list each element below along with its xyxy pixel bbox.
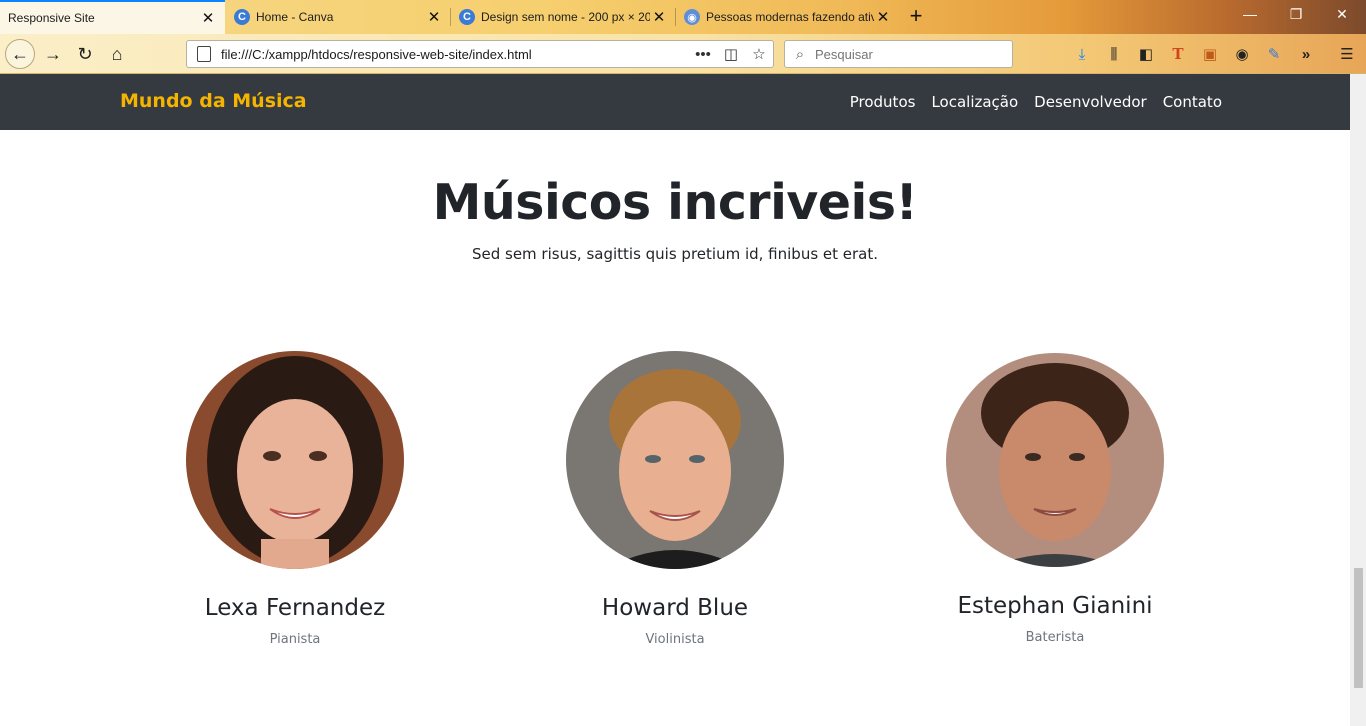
- search-input[interactable]: [815, 46, 995, 62]
- tab-pessoas-modernas[interactable]: ◉ Pessoas modernas fazendo ativ ✕: [676, 0, 900, 34]
- restore-icon[interactable]: ❐: [1282, 6, 1310, 28]
- search-icon: ⌕: [795, 45, 805, 63]
- translate-icon[interactable]: ✎: [1263, 43, 1285, 65]
- musician-card: Lexa Fernandez Pianista: [175, 351, 415, 647]
- avatar: [566, 351, 784, 569]
- url-text[interactable]: file:///C:/xampp/htdocs/responsive-web-s…: [221, 47, 689, 62]
- tab-title: Design sem nome - 200 px × 20: [481, 10, 650, 24]
- library-icon[interactable]: ⫼: [1103, 43, 1125, 65]
- musician-name: Howard Blue: [601, 595, 749, 621]
- nav-link-desenvolvedor[interactable]: Desenvolvedor: [1034, 93, 1147, 111]
- canva-icon: C: [234, 9, 250, 25]
- sidebar-icon[interactable]: ◧: [1135, 43, 1157, 65]
- musician-card: Howard Blue Violinista: [555, 351, 795, 647]
- bookmark-star-icon[interactable]: ☆: [745, 45, 773, 63]
- scrollbar-thumb[interactable]: [1354, 568, 1363, 688]
- musician-role: Pianista: [269, 632, 321, 647]
- close-tab-icon[interactable]: ✕: [199, 9, 217, 27]
- nav-link-localizacao[interactable]: Localização: [931, 93, 1018, 111]
- page-subtitle: Sed sem risus, sagittis quis pretium id,…: [471, 245, 879, 263]
- minimize-icon[interactable]: —: [1236, 6, 1264, 28]
- avatar: [186, 351, 404, 569]
- window-close-icon[interactable]: ✕: [1328, 6, 1356, 28]
- tab-home-canva[interactable]: C Home - Canva ✕: [226, 0, 451, 34]
- musician-role: Violinista: [645, 632, 705, 647]
- nav-link-produtos[interactable]: Produtos: [850, 93, 916, 111]
- musician-name: Estephan Gianini: [957, 593, 1153, 619]
- tab-title: Responsive Site: [8, 11, 95, 25]
- new-tab-button[interactable]: +: [904, 4, 928, 30]
- bot-icon: ◉: [684, 9, 700, 25]
- nav-link-contato[interactable]: Contato: [1163, 93, 1222, 111]
- extension-icon[interactable]: ▣: [1199, 43, 1221, 65]
- site-brand[interactable]: Mundo da Música: [120, 90, 307, 112]
- search-bar[interactable]: ⌕: [784, 40, 1013, 68]
- back-arrow-icon[interactable]: ←: [5, 39, 35, 69]
- tab-title: Home - Canva: [256, 10, 334, 24]
- forward-arrow-icon[interactable]: →: [38, 39, 68, 69]
- browser-tab-bar: Responsive Site ✕ C Home - Canva ✕ C Des…: [0, 0, 1366, 34]
- tab-design-sem-nome[interactable]: C Design sem nome - 200 px × 20 ✕: [451, 0, 676, 34]
- address-bar[interactable]: file:///C:/xampp/htdocs/responsive-web-s…: [186, 40, 774, 68]
- page-icon: [197, 46, 211, 62]
- canva-icon: C: [459, 9, 475, 25]
- avatar: [946, 353, 1164, 567]
- musician-role: Baterista: [1025, 630, 1085, 645]
- musician-name: Lexa Fernandez: [204, 595, 386, 621]
- pocket-icon[interactable]: ◫: [717, 45, 745, 63]
- tab-title: Pessoas modernas fazendo ativ: [706, 10, 874, 24]
- overflow-chevron-icon[interactable]: »: [1295, 43, 1317, 65]
- close-tab-icon[interactable]: ✕: [650, 8, 668, 26]
- close-tab-icon[interactable]: ✕: [425, 8, 443, 26]
- page-title: Músicos incriveis!: [432, 174, 918, 231]
- reload-icon[interactable]: ↻: [70, 39, 100, 69]
- close-tab-icon[interactable]: ✕: [874, 8, 892, 26]
- page-scrollbar[interactable]: [1350, 74, 1366, 726]
- site-navbar: Mundo da Música Produtos Localização Des…: [0, 74, 1350, 130]
- musician-card: Estephan Gianini Baterista: [935, 353, 1175, 645]
- tab-responsive-site[interactable]: Responsive Site ✕: [0, 0, 225, 34]
- page-viewport: Mundo da Música Produtos Localização Des…: [0, 74, 1350, 726]
- site-nav-links: Produtos Localização Desenvolvedor Conta…: [850, 93, 1222, 111]
- home-icon[interactable]: ⌂: [102, 39, 132, 69]
- page-actions-icon[interactable]: •••: [689, 46, 717, 63]
- browser-toolbar: ← → ↻ ⌂ file:///C:/xampp/htdocs/responsi…: [0, 34, 1366, 74]
- text-extension-icon[interactable]: T: [1167, 43, 1189, 65]
- download-icon[interactable]: ⤓: [1071, 43, 1093, 65]
- account-icon[interactable]: ◉: [1231, 43, 1253, 65]
- menu-icon[interactable]: ☰: [1336, 43, 1358, 65]
